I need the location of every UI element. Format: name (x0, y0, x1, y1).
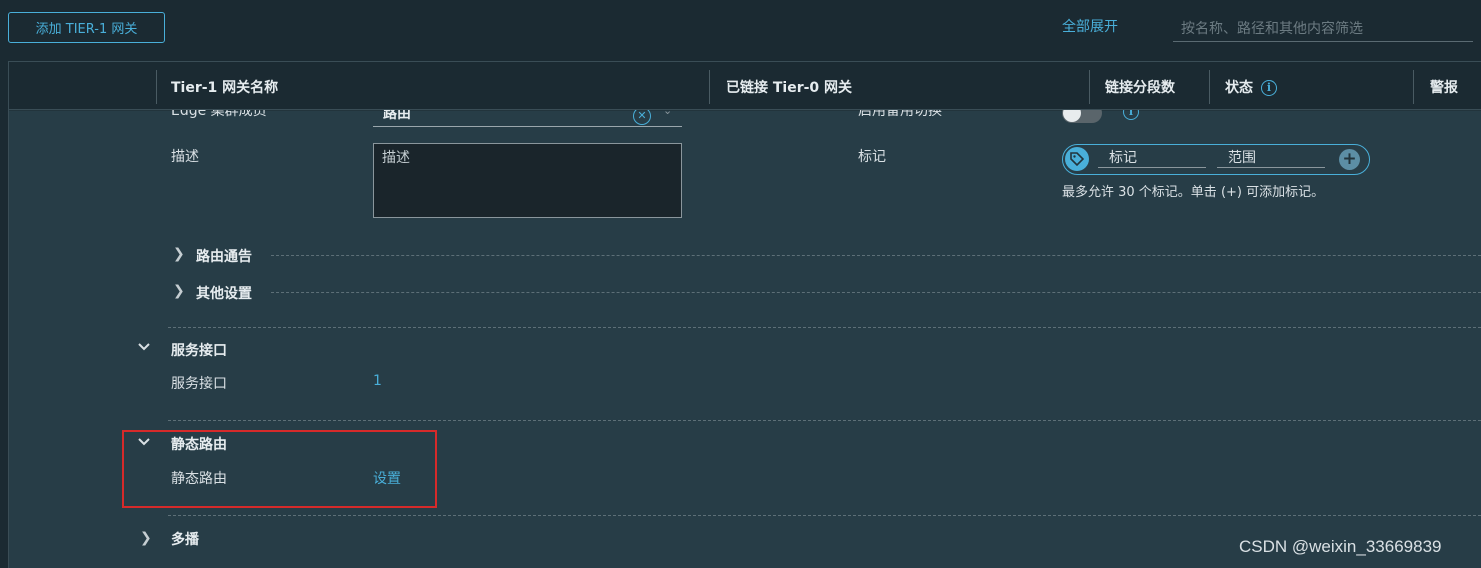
section-divider (168, 420, 1481, 421)
section-divider (168, 327, 1481, 328)
filter-placeholder: 按名称、路径和其他内容筛选 (1181, 21, 1363, 37)
edge-cluster-select[interactable] (373, 126, 682, 127)
tag-field[interactable]: 标记 (1109, 147, 1137, 167)
service-interface-count-link[interactable]: 1 (373, 373, 382, 389)
chevron-right-icon[interactable]: ❯ (140, 530, 152, 546)
watermark: CSDN @weixin_33669839 (1239, 537, 1442, 556)
highlight-box (122, 430, 437, 508)
column-divider (156, 70, 157, 104)
chevron-right-icon[interactable]: ❯ (173, 246, 185, 262)
description-label: 描述 (171, 149, 199, 165)
column-header-alarms[interactable]: 警报 (1430, 77, 1458, 97)
scope-field-underline (1217, 167, 1325, 168)
route-advertisement-toggle[interactable]: 路由通告 (196, 246, 252, 266)
filter-input[interactable]: 按名称、路径和其他内容筛选 (1173, 14, 1473, 42)
status-label: 状态 (1225, 80, 1253, 96)
column-divider (1413, 70, 1414, 104)
column-divider (709, 70, 710, 104)
chevron-right-icon[interactable]: ❯ (173, 283, 185, 299)
description-placeholder: 描述 (382, 150, 410, 166)
column-divider (1209, 70, 1210, 104)
expand-all-link[interactable]: 全部展开 (1062, 16, 1118, 36)
info-icon[interactable]: i (1261, 80, 1277, 96)
scope-field[interactable]: 范围 (1228, 147, 1256, 167)
tag-field-underline (1098, 167, 1206, 168)
section-divider (168, 515, 1481, 516)
divider (271, 255, 1481, 256)
add-tag-button[interactable]: + (1339, 149, 1360, 170)
divider (271, 292, 1481, 293)
add-tier1-gateway-button[interactable]: 添加 TIER-1 网关 (8, 12, 165, 43)
other-settings-toggle[interactable]: 其他设置 (196, 283, 252, 303)
service-interface-section[interactable]: 服务接口 (171, 340, 227, 360)
multicast-section[interactable]: 多播 (171, 529, 199, 549)
column-header-segments[interactable]: 链接分段数 (1105, 77, 1175, 97)
chevron-down-icon[interactable] (137, 340, 151, 356)
service-interface-label: 服务接口 (171, 376, 227, 392)
tags-hint: 最多允许 30 个标记。单击 (+) 可添加标记。 (1062, 185, 1325, 200)
column-header-tier0[interactable]: 已链接 Tier-0 网关 (726, 77, 852, 97)
tags-label: 标记 (858, 149, 886, 165)
column-divider (1089, 70, 1090, 104)
column-header-name[interactable]: Tier-1 网关名称 (171, 77, 278, 97)
column-header-status[interactable]: 状态 i (1225, 77, 1277, 97)
description-textarea[interactable]: 描述 (373, 143, 682, 218)
tag-icon (1065, 147, 1089, 171)
